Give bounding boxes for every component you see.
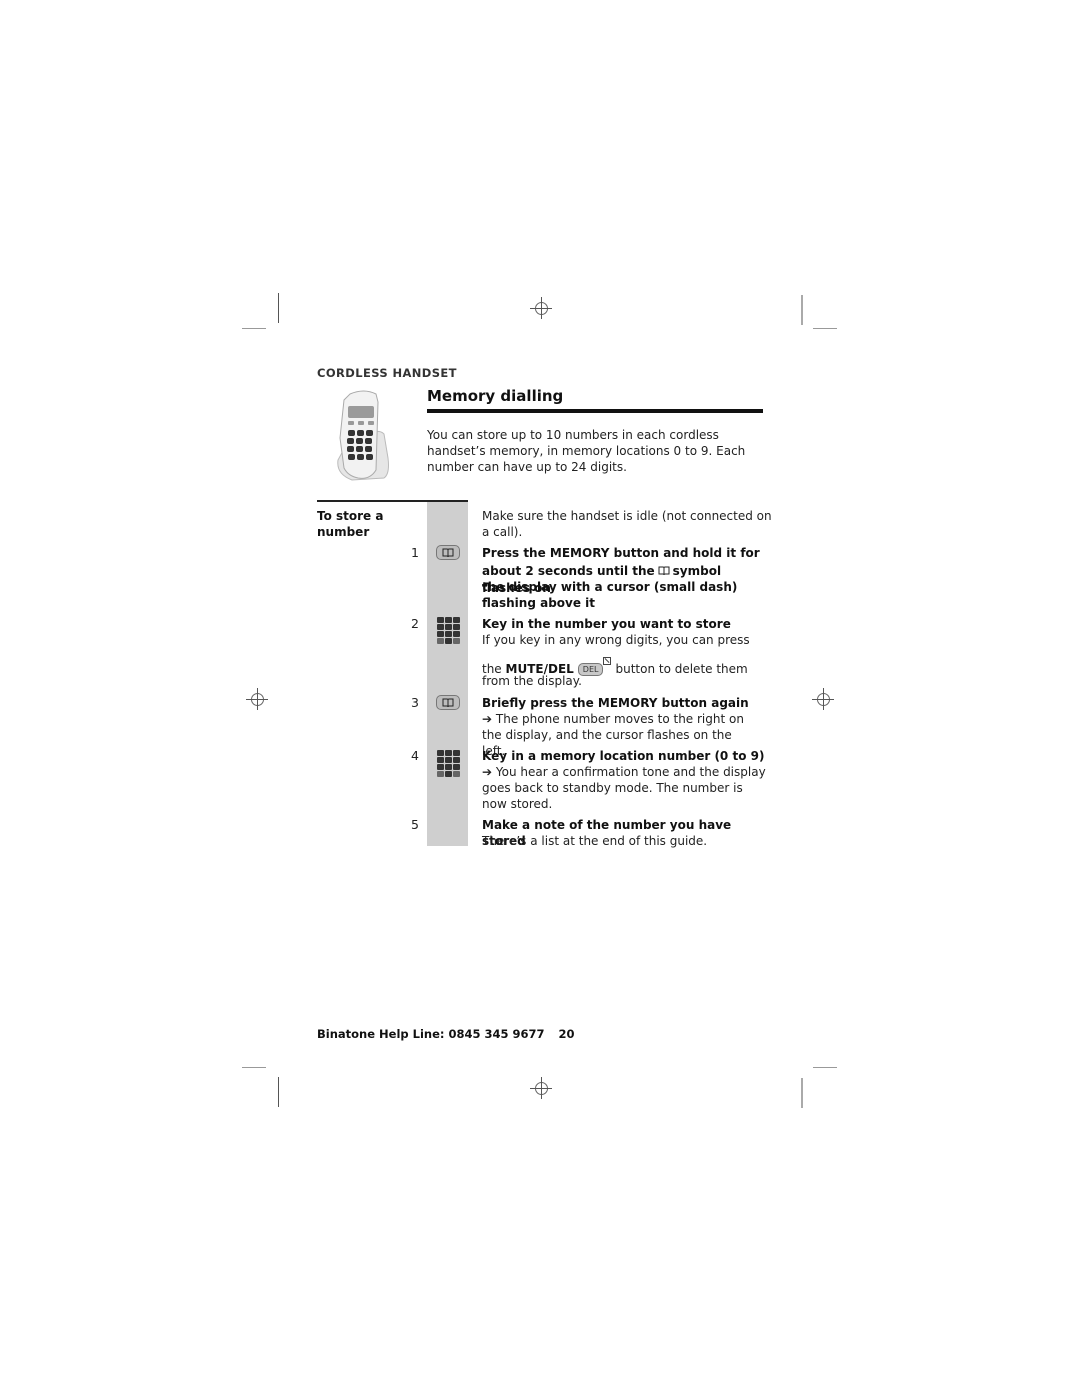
- arrow-icon: ➔: [482, 712, 493, 726]
- page-number: 20: [558, 1027, 575, 1041]
- helpline-label: Binatone Help Line:: [317, 1027, 445, 1041]
- keypad-icon: [437, 617, 461, 645]
- step-title-rest: the display with a cursor (small dash) f…: [482, 580, 738, 610]
- step-title-part: about 2 seconds until the: [482, 564, 655, 578]
- step-title: Key in the number you want to store: [482, 617, 731, 631]
- memory-book-icon: [436, 695, 460, 710]
- crop-mark: [801, 1078, 803, 1108]
- step-number: 3: [411, 695, 419, 710]
- procedure-preamble: Make sure the handset is idle (not conne…: [482, 509, 772, 539]
- procedure-heading: To store a number: [317, 509, 384, 539]
- step-body-wrap: ➔ You hear a confirmation tone and the d…: [482, 764, 767, 812]
- memory-book-icon: [658, 564, 670, 580]
- crop-mark: [813, 328, 837, 329]
- step-body: If you key in any wrong digits, you can …: [482, 633, 750, 647]
- arrow-icon: ➔: [482, 765, 493, 779]
- mute-icon: [603, 657, 612, 665]
- registration-mark-icon: [246, 688, 268, 710]
- intro-text: You can store up to 10 numbers in each c…: [427, 428, 746, 474]
- step-body: from the display.: [482, 674, 582, 688]
- keypad-icon: [437, 750, 461, 778]
- footer: Binatone Help Line: 0845 345 9677 20: [317, 1027, 575, 1041]
- step-title: Briefly press the MEMORY button again: [482, 696, 749, 710]
- step-body: You hear a confirmation tone and the dis…: [482, 765, 766, 811]
- registration-mark-icon: [530, 1077, 552, 1099]
- step-title: Press the MEMORY button and hold it for: [482, 546, 760, 560]
- section-label: CORDLESS HANDSET: [317, 366, 457, 380]
- step-title: Key in a memory location number (0 to 9): [482, 749, 765, 763]
- registration-mark-icon: [530, 297, 552, 319]
- crop-mark: [278, 1077, 279, 1107]
- registration-mark-icon: [812, 688, 834, 710]
- page-title: Memory dialling: [427, 387, 564, 405]
- helpline-number: 0845 345 9677: [448, 1027, 545, 1041]
- crop-mark: [242, 1067, 266, 1068]
- crop-mark: [278, 293, 279, 323]
- crop-mark: [242, 328, 266, 329]
- phone-handset-icon: [330, 388, 392, 484]
- crop-mark: [801, 295, 803, 325]
- step-number: 4: [411, 748, 419, 763]
- step-number: 5: [411, 817, 419, 832]
- step-number: 1: [411, 545, 419, 560]
- step-number: 2: [411, 616, 419, 631]
- step-body: There’s a list at the end of this guide.: [482, 834, 708, 848]
- title-rule: [427, 409, 763, 413]
- memory-book-icon: [436, 545, 460, 560]
- crop-mark: [813, 1067, 837, 1068]
